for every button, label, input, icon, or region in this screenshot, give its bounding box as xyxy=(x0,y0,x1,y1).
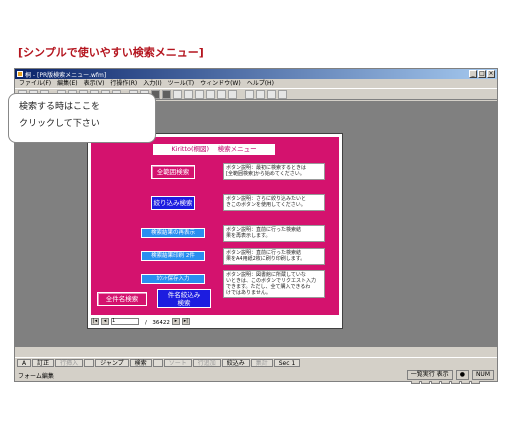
sort-asc-icon[interactable] xyxy=(173,90,182,99)
maximize-icon[interactable]: □ xyxy=(478,70,486,78)
redisplay-results-button[interactable]: 検索結果の再表示 xyxy=(141,228,205,238)
status-indicator-icon: ● xyxy=(455,370,469,380)
description-line: けではありません。 xyxy=(226,290,271,296)
tab-blank[interactable] xyxy=(84,359,95,367)
menu-row[interactable]: 行操作(R) xyxy=(110,79,137,88)
chart-icon[interactable] xyxy=(267,90,276,99)
menu-tools[interactable]: ツール(T) xyxy=(168,79,194,88)
replace-icon[interactable] xyxy=(217,90,226,99)
menu-view[interactable]: 表示(V) xyxy=(84,79,105,88)
menu-help[interactable]: ヘルプ(H) xyxy=(247,79,274,88)
record-icon[interactable] xyxy=(245,90,254,99)
close-icon[interactable]: × xyxy=(487,70,495,78)
description-print: ボタン説明：直前に行った検索結 果をA4用紙2枚に刷り印刷します。 xyxy=(223,248,325,265)
form-title: Kiritto(桐図) 検索メニュー xyxy=(153,144,275,155)
tab-blank[interactable] xyxy=(152,359,163,367)
record-total: / 36422 xyxy=(145,319,170,326)
record-number-input[interactable]: 1 xyxy=(111,318,139,325)
first-record-icon[interactable]: |◂ xyxy=(91,318,99,325)
tab-aggregate[interactable]: 集計 xyxy=(250,359,273,367)
button-label-line: 件名絞込み xyxy=(167,291,201,299)
menu-file[interactable]: ファイル(F) xyxy=(19,79,51,88)
minimize-icon[interactable]: _ xyxy=(469,70,477,78)
window-title: 桐 - [PR版検索メニュー.wfm] xyxy=(25,72,107,79)
next-record-icon[interactable]: ▸ xyxy=(171,318,180,325)
tab-a[interactable]: A xyxy=(17,359,32,367)
tab-narrow[interactable]: 絞込み xyxy=(221,359,250,367)
status-num: NUM xyxy=(471,370,494,380)
table-view-icon[interactable] xyxy=(162,90,171,99)
all-names-search-button[interactable]: 全件名検索 xyxy=(97,292,147,306)
tab-insert-row[interactable]: 行挿入 xyxy=(55,359,84,367)
print-results-button[interactable]: 検索結果印刷 2件 xyxy=(141,251,205,261)
title-bar[interactable]: 桐 - [PR版検索メニュー.wfm] _ □ × xyxy=(15,69,497,79)
list-input-button[interactable]: ｶｳﾝﾄ保存入力 xyxy=(141,274,205,284)
filter-icon[interactable] xyxy=(206,90,215,99)
menu-input[interactable]: 入力(I) xyxy=(143,79,161,88)
sort-desc-icon[interactable] xyxy=(184,90,193,99)
menu-window[interactable]: ウィンドウ(W) xyxy=(200,79,241,88)
page-heading: [シンプルで使いやすい検索メニュー] xyxy=(18,46,204,59)
menu-edit[interactable]: 編集(E) xyxy=(57,79,77,88)
tab-add-row[interactable]: 行追加 xyxy=(192,359,221,367)
status-text: フォーム編集 xyxy=(18,372,54,380)
tab-sort[interactable]: ソート xyxy=(163,359,192,367)
tab-jump[interactable]: ジャンプ xyxy=(95,359,129,367)
window-controls: _ □ × xyxy=(469,70,495,78)
calc-icon[interactable] xyxy=(228,90,237,99)
status-mode: 一覧実行 表示 xyxy=(406,370,453,380)
record-navigator: |◂ ◂ 1 / 36422 ▸ ▸| xyxy=(91,317,339,326)
callout-line: クリックして下さい xyxy=(19,119,100,129)
button-label-line: 検索 xyxy=(177,299,191,307)
tab-search[interactable]: 検索 xyxy=(129,359,152,367)
status-bar: フォーム編集 一覧実行 表示 ● NUM xyxy=(15,369,497,381)
tab-sec1[interactable]: Sec 1 xyxy=(273,359,301,367)
toolbar-separator xyxy=(239,90,243,99)
find-icon[interactable] xyxy=(195,90,204,99)
description-line: 果をA4用紙2枚に刷り印刷します。 xyxy=(226,256,306,262)
description-line: [全範囲検索]から始めてください。 xyxy=(226,171,305,177)
zoom-icon[interactable] xyxy=(278,90,287,99)
search-menu-form: Kiritto(桐図) 検索メニュー 全範囲検索 ボタン説明：最初に検索するとき… xyxy=(87,133,343,329)
callout-line: 検索する時はここを xyxy=(19,102,101,112)
description-narrow-search: ボタン説明：さらに絞り込みたいと きこのボタンを使用してください。 xyxy=(223,194,325,211)
all-search-button[interactable]: 全範囲検索 xyxy=(151,165,195,179)
narrow-search-button[interactable]: 絞り込み検索 xyxy=(151,196,195,210)
tab-correct[interactable]: 訂正 xyxy=(32,359,55,367)
command-tab-bar: A 訂正 行挿入 ジャンプ 検索 ソート 行追加 絞込み 集計 Sec 1 xyxy=(15,357,497,368)
description-line: きこのボタンを使用してください。 xyxy=(226,202,306,208)
narrow-names-search-button[interactable]: 件名絞込み 検索 xyxy=(157,289,211,308)
prev-record-icon[interactable]: ◂ xyxy=(101,318,109,325)
description-all-search: ボタン説明：最初に検索するときは [全範囲検索]から始めてください。 xyxy=(223,163,325,180)
callout-bubble: 検索する時はここを クリックして下さい xyxy=(8,93,156,143)
form-body: Kiritto(桐図) 検索メニュー 全範囲検索 ボタン説明：最初に検索するとき… xyxy=(91,137,339,315)
description-redisplay: ボタン説明：直前に行った検索結 果を再表示します。 xyxy=(223,225,325,242)
last-record-icon[interactable]: ▸| xyxy=(181,318,190,325)
menu-bar: ファイル(F) 編集(E) 表示(V) 行操作(R) 入力(I) ツール(T) … xyxy=(15,79,497,88)
app-icon xyxy=(17,71,23,77)
description-line: 果を再表示します。 xyxy=(226,233,271,239)
list-icon[interactable] xyxy=(256,90,265,99)
description-request: ボタン説明：図書館に所蔵していな いときは、このボタンでリクエスト入力 できます… xyxy=(223,270,325,298)
